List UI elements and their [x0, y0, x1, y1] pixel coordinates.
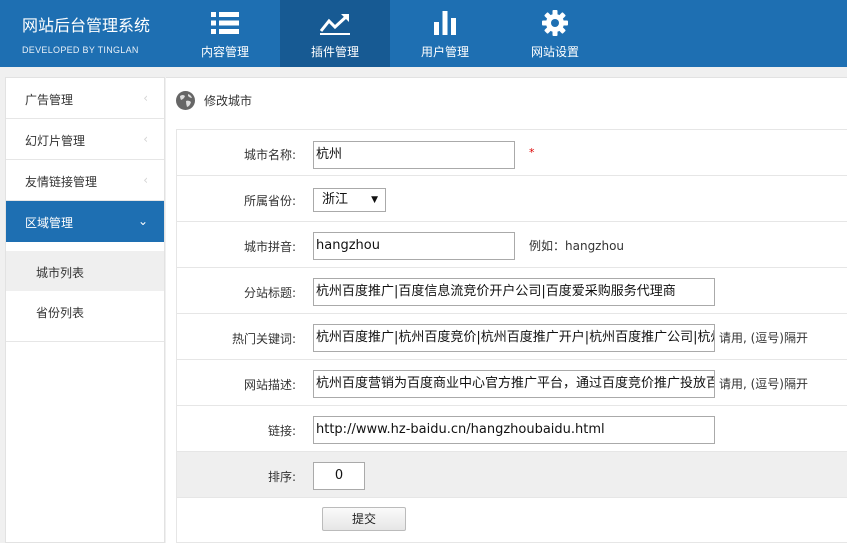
description-hint: 请用, (逗号)隔开 [719, 377, 808, 391]
main-content: 修改城市 城市名称: 杭州 * 所属省份: 浙江 ▼ 城市拼音: hangzho… [166, 77, 847, 543]
form-row-keywords: 热门关键词: 杭州百度推广|杭州百度竞价|杭州百度推广开户|杭州百度推广公司|杭… [177, 314, 847, 360]
brand: 网站后台管理系统 DEVELOPED BY TINGLAN [0, 0, 170, 67]
description-input[interactable]: 杭州百度营销为百度商业中心官方推广平台，通过百度竞价推广投放百 [313, 370, 715, 398]
sidebar-subitem-province-list[interactable]: 省份列表 [6, 291, 164, 331]
city-name-label: 城市名称: [243, 148, 296, 162]
brand-subtitle: DEVELOPED BY TINGLAN [22, 45, 139, 55]
sidebar-item-label: 幻灯片管理 [25, 134, 86, 148]
site-title-label: 分站标题: [243, 286, 296, 300]
chevron-left-icon: ‹ [143, 91, 148, 105]
city-name-input[interactable]: 杭州 [313, 141, 515, 169]
form-row-site-title: 分站标题: 杭州百度推广|百度信息流竞价开户公司|百度爱采购服务代理商 [177, 268, 847, 314]
required-mark: * [529, 146, 535, 159]
pinyin-label: 城市拼音: [243, 240, 296, 254]
sidebar-item-label: 区域管理 [25, 216, 74, 230]
trending-up-icon [280, 9, 390, 37]
page-title: 修改城市 [204, 93, 253, 108]
sidebar-item-label: 友情链接管理 [25, 175, 98, 189]
form-row-description: 网站描述: 杭州百度营销为百度商业中心官方推广平台，通过百度竞价推广投放百 请用… [177, 360, 847, 406]
brand-title: 网站后台管理系统 [22, 16, 151, 35]
nav-label: 用户管理 [420, 45, 469, 59]
nav-label: 插件管理 [310, 45, 359, 59]
sort-input[interactable]: 0 [313, 462, 365, 490]
globe-icon [176, 90, 195, 110]
keywords-input[interactable]: 杭州百度推广|杭州百度竞价|杭州百度推广开户|杭州百度推广公司|杭州 [313, 324, 715, 352]
nav-plugin-management[interactable]: 插件管理 [280, 0, 390, 67]
chevron-left-icon: ‹ [143, 173, 148, 187]
edit-city-form: 城市名称: 杭州 * 所属省份: 浙江 ▼ 城市拼音: hangzhou 例如：… [176, 129, 847, 543]
sidebar-subitem-label: 城市列表 [36, 266, 85, 280]
sidebar: 广告管理 ‹ 幻灯片管理 ‹ 友情链接管理 ‹ 区域管理 ⌄ 城市列表 省份列表 [5, 77, 165, 543]
form-row-province: 所属省份: 浙江 ▼ [177, 176, 847, 222]
form-row-sort: 排序: 0 [177, 452, 847, 498]
sidebar-submenu: 城市列表 省份列表 [6, 242, 164, 342]
top-header: 网站后台管理系统 DEVELOPED BY TINGLAN 内容管理 插件管理 … [0, 0, 847, 67]
sidebar-item-region[interactable]: 区域管理 ⌄ [6, 201, 164, 242]
nav-site-settings[interactable]: 网站设置 [500, 0, 610, 67]
chevron-down-icon: ⌄ [137, 214, 148, 228]
sidebar-subitem-label: 省份列表 [36, 306, 85, 320]
form-row-pinyin: 城市拼音: hangzhou 例如：hangzhou [177, 222, 847, 268]
list-icon [170, 9, 280, 37]
sidebar-item-label: 广告管理 [25, 93, 74, 107]
province-selected-value: 浙江 [322, 192, 349, 207]
sidebar-item-ads[interactable]: 广告管理 ‹ [6, 78, 164, 119]
nav-user-management[interactable]: 用户管理 [390, 0, 500, 67]
sidebar-item-slides[interactable]: 幻灯片管理 ‹ [6, 119, 164, 160]
nav-label: 内容管理 [200, 45, 249, 59]
breadcrumb: 修改城市 [176, 89, 252, 111]
sidebar-subitem-city-list[interactable]: 城市列表 [6, 251, 164, 291]
pinyin-input[interactable]: hangzhou [313, 232, 515, 260]
top-nav: 内容管理 插件管理 用户管理 网站设置 [170, 0, 610, 67]
form-row-city-name: 城市名称: 杭州 * [177, 130, 847, 176]
province-label: 所属省份: [243, 194, 296, 208]
keywords-hint: 请用, (逗号)隔开 [719, 331, 808, 345]
sort-label: 排序: [267, 470, 296, 484]
bar-chart-icon [390, 9, 500, 37]
submit-button[interactable]: 提交 [322, 507, 406, 531]
pinyin-hint: 例如：hangzhou [529, 239, 625, 253]
province-select[interactable]: 浙江 ▼ [313, 188, 386, 212]
nav-label: 网站设置 [530, 45, 579, 59]
dropdown-caret-icon: ▼ [371, 195, 378, 205]
form-row-submit: 提交 [177, 498, 847, 542]
chevron-left-icon: ‹ [143, 132, 148, 146]
keywords-label: 热门关键词: [231, 332, 296, 346]
form-row-link: 链接: http://www.hz-baidu.cn/hangzhoubaidu… [177, 406, 847, 452]
link-label: 链接: [267, 424, 296, 438]
site-title-input[interactable]: 杭州百度推广|百度信息流竞价开户公司|百度爱采购服务代理商 [313, 278, 715, 306]
link-input[interactable]: http://www.hz-baidu.cn/hangzhoubaidu.htm… [313, 416, 715, 444]
nav-content-management[interactable]: 内容管理 [170, 0, 280, 67]
description-label: 网站描述: [243, 378, 296, 392]
sidebar-item-friend-links[interactable]: 友情链接管理 ‹ [6, 160, 164, 201]
gear-icon [500, 9, 610, 37]
